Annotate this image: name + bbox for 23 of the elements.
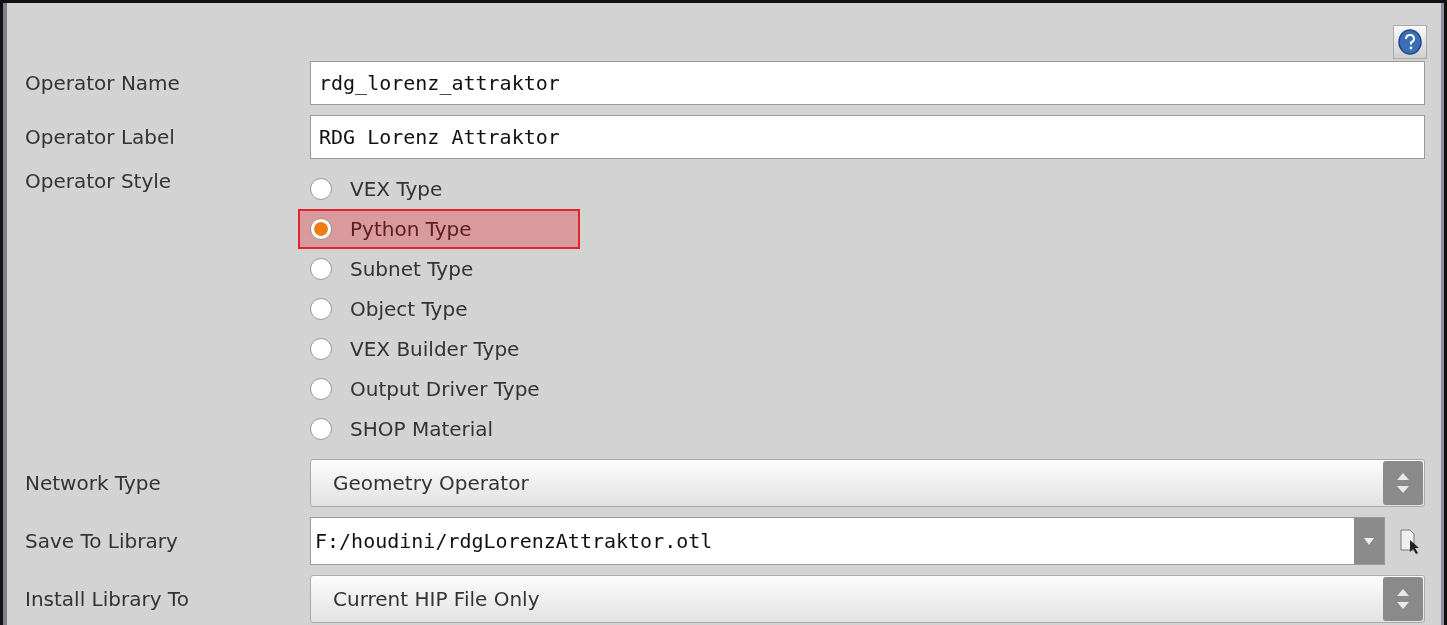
text-field[interactable]: RDG Lorenz Attraktor	[310, 115, 1425, 159]
field-label: Save To Library	[25, 529, 179, 553]
dropdown[interactable]: Current HIP File Only	[310, 575, 1425, 623]
file-browse-icon[interactable]	[1399, 528, 1421, 554]
field-label: Operator Name	[25, 71, 181, 95]
radio-option[interactable]: VEX Type	[298, 169, 580, 209]
file-path-field[interactable]: F:/houdini/rdgLorenzAttraktor.otl	[310, 517, 1385, 565]
spinner-arrows-icon	[1383, 577, 1423, 621]
help-button[interactable]	[1393, 25, 1427, 59]
radio-option[interactable]: Object Type	[298, 289, 580, 329]
radio-option[interactable]: Subnet Type	[298, 249, 580, 289]
radio-option[interactable]: Python Type	[298, 209, 580, 249]
dropdown[interactable]: Geometry Operator	[310, 459, 1425, 507]
radio-option[interactable]: Output Driver Type	[298, 369, 580, 409]
text-field[interactable]: rdg_lorenz_attraktor	[310, 61, 1425, 105]
field-label: Operator Label	[25, 125, 176, 149]
radio-option[interactable]: VEX Builder Type	[298, 329, 580, 369]
spinner-arrows-icon	[1383, 461, 1423, 505]
field-label: Install Library To	[25, 587, 190, 611]
radio-option[interactable]: SHOP Material	[298, 409, 580, 449]
field-label: Network Type	[25, 471, 162, 495]
help-icon	[1397, 28, 1423, 56]
field-label: Operator Style	[25, 169, 173, 193]
